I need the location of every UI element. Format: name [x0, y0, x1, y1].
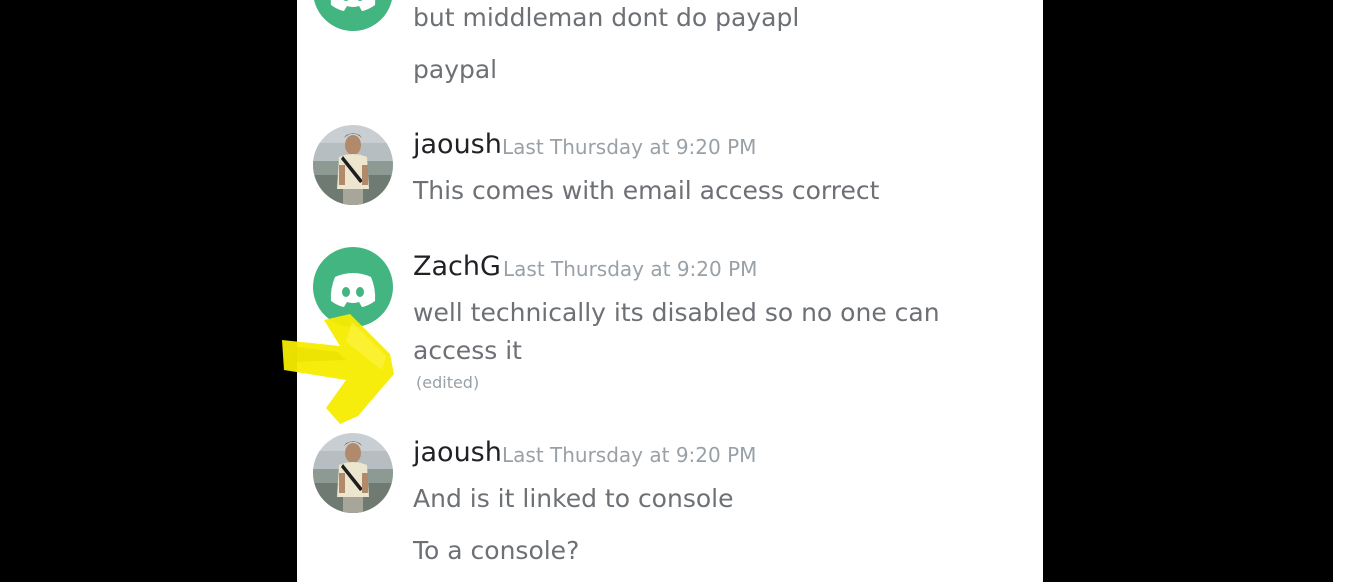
- user-avatar-jaoush[interactable]: [313, 125, 393, 205]
- message-timestamp: Last Thursday at 9:20 PM: [503, 257, 758, 281]
- message-timestamp: Last Thursday at 9:20 PM: [502, 135, 757, 159]
- discord-logo-icon: [330, 0, 376, 11]
- message-text-line-1: well technically its disabled so no one …: [413, 298, 940, 327]
- message-text: And is it linked to console: [413, 484, 734, 513]
- yellow-arrow-annotation: [282, 314, 394, 424]
- message-text-top-1: but middleman dont do payapl: [413, 3, 800, 32]
- user-avatar-jaoush[interactable]: [313, 433, 393, 513]
- username-zachg[interactable]: ZachG: [413, 252, 501, 282]
- message-text-followup: To a console?: [413, 536, 580, 565]
- username-jaoush[interactable]: jaoush: [413, 130, 502, 160]
- message-text: This comes with email access correct: [413, 176, 880, 205]
- edited-marker: (edited): [416, 373, 480, 392]
- discord-avatar-top[interactable]: [313, 0, 393, 31]
- username-jaoush[interactable]: jaoush: [413, 438, 502, 468]
- message-text-line-2: access it: [413, 336, 522, 365]
- right-edge-strip: [1333, 0, 1354, 582]
- message-timestamp: Last Thursday at 9:20 PM: [502, 443, 757, 467]
- message-text-top-2: paypal: [413, 55, 498, 84]
- user-photo-avatar: [313, 125, 393, 205]
- chat-message-panel: but middleman dont do payapl paypal jaou…: [297, 0, 1043, 582]
- user-photo-avatar: [313, 433, 393, 513]
